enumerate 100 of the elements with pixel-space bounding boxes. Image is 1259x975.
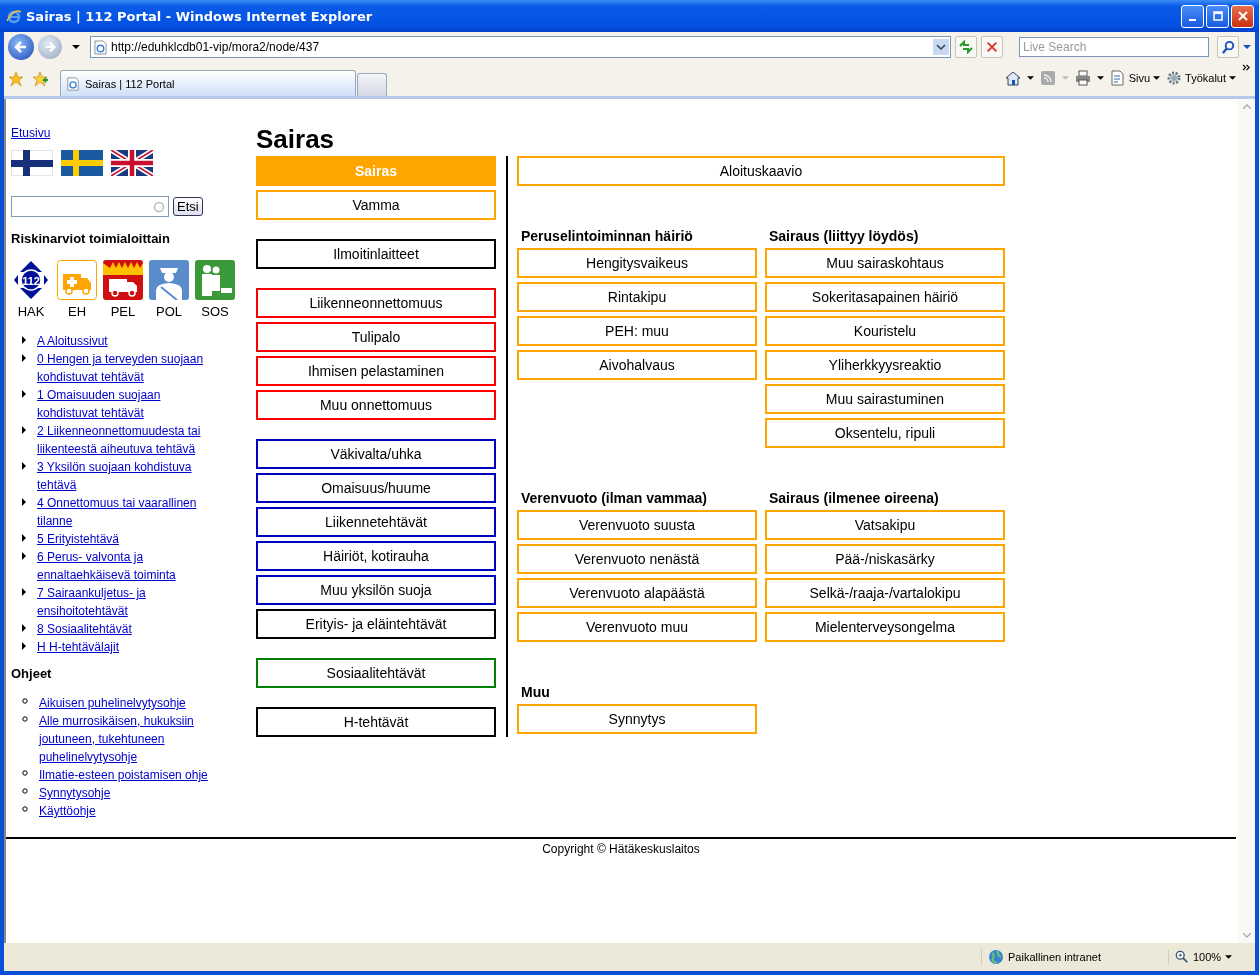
printer-icon[interactable] (1074, 70, 1091, 86)
category-link[interactable]: 3 Yksilön suojaan kohdistuva tehtävä (37, 458, 215, 494)
back-arrow-icon (13, 39, 29, 55)
page-title: Sairas (256, 124, 336, 154)
fire-truck-icon[interactable] (103, 260, 143, 300)
help-link[interactable]: Alle murrosikäisen, hukuksiin joutuneen, tukehtuneen puhelinelvytysohje (39, 712, 217, 766)
close-button[interactable] (1231, 4, 1254, 28)
category-link[interactable]: 1 Omaisuuden suojaan kohdistuvat tehtävät (37, 386, 215, 422)
browser-tab[interactable]: Sairas | 112 Portal (60, 70, 356, 96)
category-button[interactable]: Tulipalo (256, 322, 496, 352)
caret-icon[interactable] (1026, 76, 1034, 80)
search-button[interactable] (1217, 36, 1239, 58)
symptom-button[interactable]: PEH: muu (517, 316, 757, 346)
star-icon[interactable] (8, 71, 24, 87)
address-field[interactable]: http://eduhklcdb01-vip/mora2/node/437 (90, 36, 951, 58)
category-button[interactable]: Omaisuus/huume (256, 473, 496, 503)
symptom-button[interactable]: Pää-/niskasärky (765, 544, 1005, 574)
category-button[interactable]: Ihmisen pelastaminen (256, 356, 496, 386)
circle-icon (153, 200, 165, 213)
forward-arrow-icon (43, 40, 57, 54)
bullet-icon (22, 390, 26, 398)
category-link[interactable]: H H-tehtävälajit (37, 638, 120, 656)
back-button[interactable] (8, 34, 34, 60)
symptom-button[interactable]: Oksentelu, ripuli (765, 418, 1005, 448)
category-link[interactable]: 5 Erityistehtävä (37, 530, 120, 548)
search-field[interactable]: Live Search (1019, 37, 1209, 57)
tools-menu[interactable]: Työkalut (1166, 70, 1236, 86)
category-link[interactable]: A Aloitussivut (37, 332, 108, 350)
symptom-button[interactable]: Vatsakipu (765, 510, 1005, 540)
maximize-button[interactable] (1206, 4, 1229, 28)
symptom-button[interactable]: Selkä-/raaja-/vartalokipu (765, 578, 1005, 608)
symptom-button[interactable]: Verenvuoto muu (517, 612, 757, 642)
service-label: SOS (201, 304, 229, 319)
page-icon (1109, 70, 1126, 86)
section-heading: Peruselintoiminnan häiriö (520, 227, 694, 245)
category-button[interactable]: Häiriöt, kotirauha (256, 541, 496, 571)
help-link[interactable]: Aikuisen puhelinelvytysohje (39, 694, 186, 712)
category-button[interactable]: Sosiaalitehtävät (256, 658, 496, 688)
refresh-button[interactable] (955, 36, 977, 58)
category-button[interactable]: Liikennetehtävät (256, 507, 496, 537)
symptom-button[interactable]: Verenvuoto suusta (517, 510, 757, 540)
page-icon (66, 76, 80, 91)
category-link[interactable]: 7 Sairaankuljetus- ja ensihoitotehtävät (37, 584, 215, 620)
window-title: Sairas | 112 Portal - Windows Internet Explorer (26, 8, 373, 24)
stop-button[interactable] (981, 36, 1003, 58)
minimize-button[interactable] (1181, 4, 1204, 28)
category-link[interactable]: 0 Hengen ja terveyden suojaan kohdistuvat tehtävät (37, 350, 215, 386)
home-icon[interactable] (1004, 70, 1021, 86)
flowchart-button[interactable]: Aloituskaavio (517, 156, 1005, 186)
symptom-button[interactable]: Synnytys (517, 704, 757, 734)
help-link[interactable]: Synnytysohje (39, 784, 111, 802)
help-link[interactable]: Käyttöohje (39, 802, 96, 820)
category-link[interactable]: 6 Perus- valvonta ja ennaltaehkäisevä toiminta (37, 548, 215, 584)
symptom-button[interactable]: Sokeritasapainen häiriö (765, 282, 1005, 312)
symptom-button[interactable]: Muu sairastuminen (765, 384, 1005, 414)
category-link[interactable]: 8 Sosiaalitehtävät (37, 620, 132, 638)
caret-icon[interactable] (1096, 76, 1104, 80)
caret-icon[interactable] (72, 45, 80, 49)
bullet-icon (22, 552, 26, 560)
search-field[interactable] (11, 196, 169, 217)
bullet-icon (22, 788, 28, 794)
search-button[interactable]: Etsi (173, 197, 203, 216)
caret-icon (1225, 955, 1233, 959)
service-label: HAK (17, 304, 45, 319)
swedish-flag-icon[interactable] (61, 150, 103, 176)
chevron-icon[interactable] (1242, 64, 1251, 71)
symptom-button[interactable]: Verenvuoto nenästä (517, 544, 757, 574)
symptom-button[interactable]: Mielenterveysongelma (765, 612, 1005, 642)
zoom-button[interactable]: 100% (1168, 950, 1255, 964)
add-favorite-icon[interactable] (32, 71, 48, 87)
symptom-button[interactable]: Yliherkkyysreaktio (765, 350, 1005, 380)
bullet-icon (22, 698, 28, 704)
category-button[interactable]: Muu onnettomuus (256, 390, 496, 420)
bullet-icon (22, 354, 26, 362)
category-button[interactable]: Erityis- ja eläintehtävät (256, 609, 496, 639)
dropdown-button[interactable] (933, 39, 949, 55)
service-label: EH (67, 304, 87, 319)
category-link[interactable]: 2 Liikenneonnettomuudesta tai liikenteestä aiheutuva tehtävä (37, 422, 215, 458)
help-link[interactable]: Ilmatie-esteen poistamisen ohje (39, 766, 208, 784)
finnish-flag-icon[interactable] (11, 150, 53, 176)
category-button[interactable]: H-tehtävät (256, 707, 496, 737)
symptom-button[interactable]: Aivohalvaus (517, 350, 757, 380)
page-menu[interactable]: Sivu (1109, 70, 1161, 86)
police-officer-icon[interactable] (149, 260, 189, 300)
caret-icon[interactable] (1243, 45, 1251, 49)
category-button[interactable]: Ilmoitinlaitteet (256, 239, 496, 269)
symptom-button[interactable]: Rintakipu (517, 282, 757, 312)
home-link[interactable]: Etusivu (11, 124, 51, 142)
symptom-button[interactable]: Kouristelu (765, 316, 1005, 346)
bullet-icon (22, 534, 26, 542)
symptom-button[interactable]: Muu sairaskohtaus (765, 248, 1005, 278)
family-icon[interactable] (195, 260, 235, 300)
british-flag-icon[interactable] (111, 150, 153, 176)
category-link[interactable]: 4 Onnettomuus tai vaarallinen tilanne (37, 494, 215, 530)
category-button[interactable]: Liikenneonnettomuus (256, 288, 496, 318)
symptom-button[interactable]: Hengitysvaikeus (517, 248, 757, 278)
category-button[interactable]: Muu yksilön suoja (256, 575, 496, 605)
symptom-button[interactable]: Verenvuoto alapäästä (517, 578, 757, 608)
category-button[interactable]: Vamma (256, 190, 496, 220)
category-button[interactable]: Väkivalta/uhka (256, 439, 496, 469)
